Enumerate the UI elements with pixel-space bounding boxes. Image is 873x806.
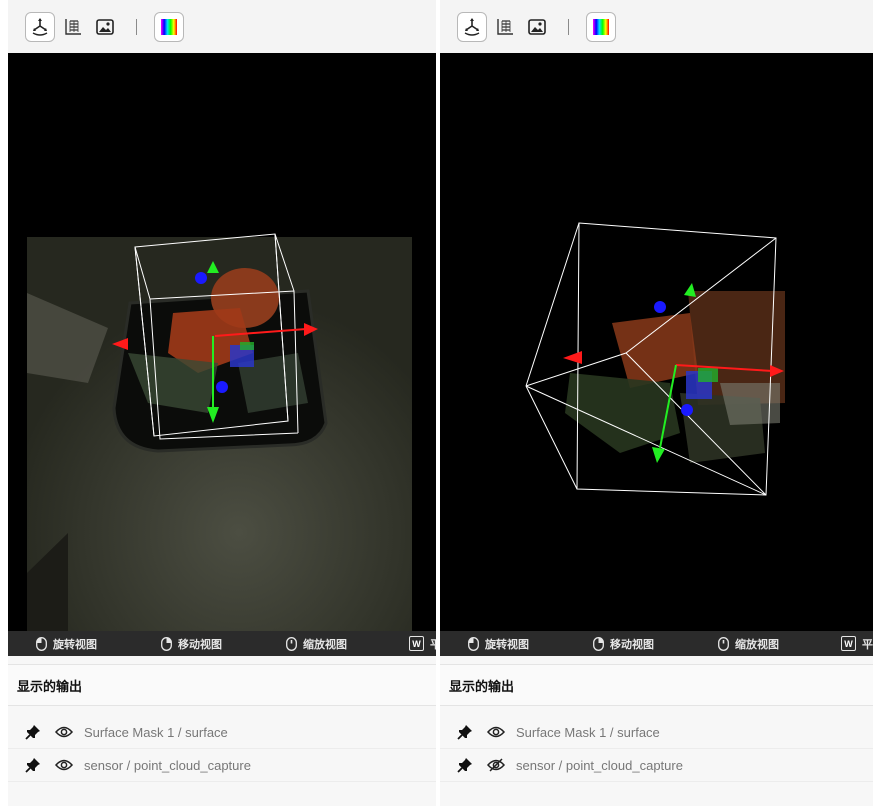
- output-label: Surface Mask 1 / surface: [516, 724, 660, 740]
- mouse-left-icon: [467, 636, 479, 651]
- color-spectrum-icon: [161, 19, 177, 35]
- visibility-toggle[interactable]: [55, 723, 73, 741]
- toolbar-divider: [136, 19, 137, 35]
- object-grey: [720, 383, 780, 425]
- z-axis-handle-top: [654, 301, 666, 313]
- point-cloud-scene: [525, 222, 785, 496]
- image-icon: [96, 19, 114, 35]
- 3d-view-icon: [464, 18, 480, 36]
- hint-zoom: 缩放视图: [717, 635, 779, 652]
- x-axis-arrow-neg: [563, 351, 582, 364]
- visibility-toggle[interactable]: [487, 723, 505, 741]
- displayed-outputs: 显示的输出 Surface Mask 1 / surface sensor / …: [440, 664, 873, 806]
- object-orange: [612, 313, 698, 388]
- output-label: sensor / point_cloud_capture: [84, 757, 251, 773]
- y-axis-arrow-neg: [684, 283, 696, 297]
- mouse-left-icon: [35, 636, 47, 651]
- visibility-toggle[interactable]: [487, 756, 505, 774]
- hint-pan: W 平: [841, 635, 873, 652]
- 3d-viewport[interactable]: [8, 53, 436, 631]
- outputs-header: 显示的输出: [8, 664, 436, 706]
- output-label: sensor / point_cloud_capture: [516, 757, 683, 773]
- eye-icon: [55, 726, 73, 738]
- color-spectrum-icon: [593, 19, 609, 35]
- hint-rotate: 旋转视图: [35, 635, 97, 652]
- image-icon: [528, 19, 546, 35]
- hint-zoom: 缩放视图: [285, 635, 347, 652]
- image-view-button[interactable]: [522, 12, 552, 42]
- mouse-right-icon: [160, 636, 172, 651]
- object-green-marker: [698, 368, 718, 382]
- mouse-wheel-icon: [717, 636, 729, 651]
- w-key-icon: W: [409, 636, 424, 651]
- hint-pan: W 平: [409, 635, 436, 652]
- toolbar-divider: [568, 19, 569, 35]
- image-view-button[interactable]: [90, 12, 120, 42]
- y-axis-arrow: [652, 447, 665, 463]
- hint-move: 移动视图: [160, 635, 222, 652]
- 3d-viewport[interactable]: [440, 53, 873, 631]
- viewport-hint-bar: 旋转视图 移动视图 缩放视图 W 平: [8, 631, 436, 656]
- pin-button[interactable]: [456, 756, 474, 774]
- eye-icon: [487, 726, 505, 738]
- 3d-view-button[interactable]: [25, 12, 55, 42]
- z-axis-handle-bottom: [681, 404, 693, 416]
- hint-rotate: 旋转视图: [467, 635, 529, 652]
- colormap-button[interactable]: [586, 12, 616, 42]
- pin-icon: [457, 725, 472, 740]
- pin-button[interactable]: [24, 756, 42, 774]
- pin-icon: [25, 725, 40, 740]
- table-view-button[interactable]: [58, 12, 88, 42]
- output-item[interactable]: Surface Mask 1 / surface: [440, 716, 873, 749]
- 3d-view-button[interactable]: [457, 12, 487, 42]
- outputs-header: 显示的输出: [440, 664, 873, 706]
- pin-button[interactable]: [24, 723, 42, 741]
- viewer-panel-left: 旋转视图 移动视图 缩放视图 W 平 显示的输出 Surface Mask 1 …: [8, 0, 436, 806]
- object-green-marker: [240, 342, 254, 350]
- colormap-button[interactable]: [154, 12, 184, 42]
- pin-icon: [25, 758, 40, 773]
- z-axis-handle-top: [195, 272, 207, 284]
- eye-icon: [55, 759, 73, 771]
- w-key-icon: W: [841, 636, 856, 651]
- eye-off-icon: [487, 758, 505, 772]
- viewport-hint-bar: 旋转视图 移动视图 缩放视图 W 平: [440, 631, 873, 656]
- output-item[interactable]: sensor / point_cloud_capture: [440, 749, 873, 782]
- viewer-toolbar: [8, 0, 436, 54]
- visibility-toggle[interactable]: [55, 756, 73, 774]
- table-view-button[interactable]: [490, 12, 520, 42]
- displayed-outputs: 显示的输出 Surface Mask 1 / surface sensor / …: [8, 664, 436, 806]
- mouse-right-icon: [592, 636, 604, 651]
- point-cloud-scene: [27, 233, 412, 631]
- table-icon: [65, 19, 81, 35]
- viewer-toolbar: [440, 0, 873, 54]
- pin-icon: [457, 758, 472, 773]
- pin-button[interactable]: [456, 723, 474, 741]
- output-label: Surface Mask 1 / surface: [84, 724, 228, 740]
- table-icon: [497, 19, 513, 35]
- 3d-view-icon: [32, 18, 48, 36]
- output-item[interactable]: Surface Mask 1 / surface: [8, 716, 436, 749]
- mouse-wheel-icon: [285, 636, 297, 651]
- object-green-clutter: [565, 373, 680, 453]
- z-axis-handle-bottom: [216, 381, 228, 393]
- hint-move: 移动视图: [592, 635, 654, 652]
- viewer-panel-right: 旋转视图 移动视图 缩放视图 W 平 显示的输出 Surface Mask 1 …: [440, 0, 873, 806]
- output-item[interactable]: sensor / point_cloud_capture: [8, 749, 436, 782]
